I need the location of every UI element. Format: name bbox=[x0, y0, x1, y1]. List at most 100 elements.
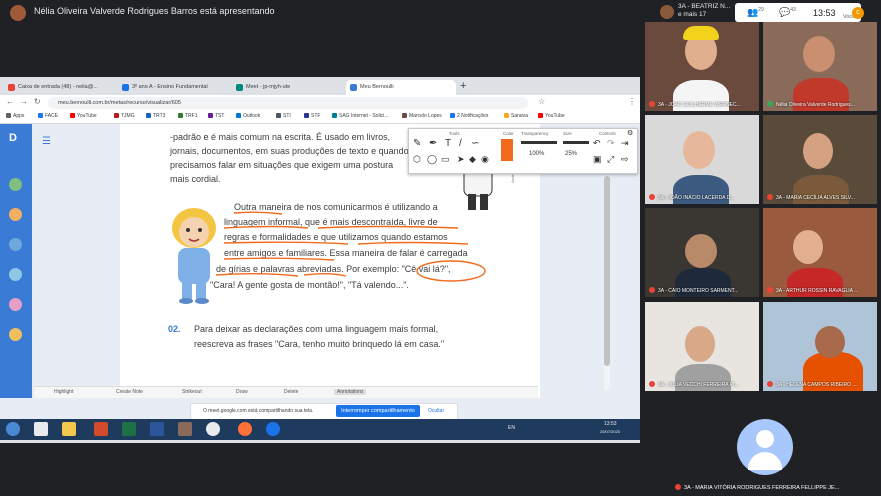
tab-bernoulli[interactable]: Meu Bernoulli bbox=[346, 80, 456, 95]
start-button-icon[interactable] bbox=[6, 422, 20, 436]
text-tool-icon[interactable]: T bbox=[445, 138, 451, 149]
forward-icon[interactable]: → bbox=[20, 97, 28, 106]
chrome-icon[interactable] bbox=[206, 422, 220, 436]
nav-icon[interactable] bbox=[9, 238, 22, 251]
self-avatar[interactable]: c bbox=[852, 7, 864, 19]
reload-icon[interactable]: ↻ bbox=[34, 97, 41, 106]
exit-icon[interactable]: ⇥ bbox=[621, 138, 629, 149]
pen-icon[interactable]: ✎ bbox=[413, 138, 421, 149]
new-tab-button[interactable]: + bbox=[460, 80, 466, 92]
sharing-banner-area: O meet.google.com está compartilhando su… bbox=[0, 398, 640, 420]
classroom-icon bbox=[122, 84, 129, 91]
bernoulli-logo[interactable]: D bbox=[9, 132, 21, 144]
participant-tile[interactable]: Nélia Oliveira Valverde Rodrigues... bbox=[763, 22, 877, 111]
app-icon[interactable] bbox=[178, 422, 192, 436]
participant-tile[interactable]: 3A - ARTHUR ROSSIN RAVAGLIA ... bbox=[763, 208, 877, 297]
ellipse-icon[interactable]: ◯ bbox=[427, 154, 437, 165]
bookmark-item[interactable]: STI bbox=[276, 113, 291, 119]
curve-tool-icon[interactable]: ∽ bbox=[471, 138, 479, 149]
annotations-button[interactable]: Annotations bbox=[334, 389, 367, 395]
eraser-icon[interactable]: ◆ bbox=[469, 154, 476, 165]
participant-name: 3A - ARTHUR ROSSIN RAVAGLIA ... bbox=[767, 287, 875, 294]
select-icon[interactable]: ➤ bbox=[457, 154, 465, 165]
rectangle-icon[interactable]: ▭ bbox=[441, 154, 450, 165]
menu-icon[interactable]: ⋮ bbox=[628, 97, 636, 106]
hide-banner-button[interactable]: Ocultar bbox=[428, 408, 444, 414]
bookmark-item[interactable]: 2 Notificações bbox=[450, 113, 488, 119]
language-indicator[interactable]: EN bbox=[508, 425, 515, 431]
show-desktop-icon[interactable] bbox=[34, 422, 48, 436]
delete-button[interactable]: Delete bbox=[284, 389, 298, 395]
bookmark-item[interactable]: STF bbox=[304, 113, 320, 119]
redo-icon[interactable]: ↷ bbox=[607, 138, 615, 149]
tab-classroom[interactable]: 3º ano A - Ensino Fundamental bbox=[118, 80, 228, 95]
participant-tile[interactable]: 3A - HELENA CAMPOS RIBEIRO ... bbox=[763, 302, 877, 391]
address-bar[interactable]: meu.bernoulli.com.br/metas/recurso/visua… bbox=[48, 97, 528, 109]
powerpoint-icon[interactable] bbox=[94, 422, 108, 436]
draw-button[interactable]: Draw bbox=[236, 389, 248, 395]
meet-controls-box: 👥29 💬43 13:53 Você c bbox=[735, 3, 864, 22]
chat-icon[interactable]: 💬43 bbox=[779, 7, 796, 18]
participant-tile[interactable]: 3A - MARIA CECÍLIA ALVES SILV... bbox=[763, 115, 877, 204]
line-tool-icon[interactable]: / bbox=[459, 138, 462, 149]
polygon-icon[interactable]: ⬡ bbox=[413, 154, 421, 165]
bookmark-item[interactable]: SAG Internet - Solici... bbox=[332, 113, 388, 119]
participant-name: 3A - JOÃO INÁCIO LACERDA D... bbox=[649, 194, 757, 201]
hamburger-menu-icon[interactable]: ☰ bbox=[42, 136, 51, 147]
participant-tile-no-video[interactable]: 3A - MARIA VITÓRIA RODRIGUES FERREIRA FE… bbox=[645, 402, 881, 496]
muted-mic-icon bbox=[649, 381, 655, 387]
bookmark-item[interactable]: TJMG bbox=[114, 113, 135, 119]
star-icon[interactable]: ☆ bbox=[538, 97, 545, 106]
participant-video bbox=[685, 326, 715, 362]
undo-icon[interactable]: ↶ bbox=[593, 138, 601, 149]
nav-icon[interactable] bbox=[9, 268, 22, 281]
firefox-icon[interactable] bbox=[238, 422, 252, 436]
nav-icon[interactable] bbox=[9, 208, 22, 221]
bookmark-item[interactable]: TRF1 bbox=[178, 113, 198, 119]
participant-name: 3A - JOÃO GUILHERME WERNEC... bbox=[649, 101, 757, 108]
strikeout-button[interactable]: Strikeout bbox=[182, 389, 202, 395]
color-swatch[interactable] bbox=[501, 139, 513, 161]
nav-icon[interactable] bbox=[9, 328, 22, 341]
word-icon[interactable] bbox=[150, 422, 164, 436]
tab-meet[interactable]: Meet - jp-mjyh-ute bbox=[232, 80, 342, 95]
nav-icon[interactable] bbox=[9, 298, 22, 311]
brush-icon[interactable]: ✒ bbox=[429, 138, 437, 149]
settings-icon[interactable]: ⚙ bbox=[627, 129, 633, 137]
participant-tile[interactable]: 3A - JOÃO INÁCIO LACERDA D... bbox=[645, 115, 759, 204]
bookmark-item[interactable]: Outlook bbox=[236, 113, 260, 119]
participant-tile[interactable]: 3A - CAIO MONTEIRO SARMENT... bbox=[645, 208, 759, 297]
nav-icon[interactable] bbox=[9, 178, 22, 191]
bookmark-item[interactable]: Marcelo Lopes bbox=[402, 113, 442, 119]
expand-icon[interactable]: ⤢ bbox=[607, 154, 614, 165]
transparency-slider[interactable] bbox=[521, 141, 557, 144]
bookmark-item[interactable]: YouTube bbox=[538, 113, 565, 119]
top-participant-label[interactable]: 3A - BEATRIZ N... e mais 17 bbox=[678, 3, 730, 19]
page-scrollbar[interactable] bbox=[604, 176, 610, 390]
bookmark-item[interactable]: Apps bbox=[6, 113, 24, 119]
explorer-icon[interactable] bbox=[62, 422, 76, 436]
tab-gmail[interactable]: Caixa de entrada (48) - nelia@... bbox=[4, 80, 114, 95]
participant-name: 3A - JÚLIA VECCHI FERREIRA PI... bbox=[649, 381, 757, 388]
bookmark-item[interactable]: YouTube bbox=[70, 113, 97, 119]
fill-icon[interactable]: ◉ bbox=[481, 154, 489, 165]
excel-icon[interactable] bbox=[122, 422, 136, 436]
bookmark-item[interactable]: Saraiva bbox=[504, 113, 528, 119]
bookmark-item[interactable]: TRT3 bbox=[146, 113, 165, 119]
camera-icon[interactable]: ▣ bbox=[593, 154, 602, 165]
create-note-button[interactable]: Create Note bbox=[116, 389, 143, 395]
edge-icon[interactable] bbox=[266, 422, 280, 436]
people-icon[interactable]: 👥29 bbox=[747, 7, 764, 18]
scrollbar-thumb[interactable] bbox=[604, 176, 610, 366]
participant-tile[interactable]: 3A - JÚLIA VECCHI FERREIRA PI... bbox=[645, 302, 759, 391]
next-icon[interactable]: ⇨ bbox=[621, 154, 629, 165]
participant-tile[interactable]: 3A - JOÃO GUILHERME WERNEC... bbox=[645, 22, 759, 111]
size-slider[interactable] bbox=[563, 141, 589, 144]
size-label: Size bbox=[563, 131, 572, 136]
back-icon[interactable]: ← bbox=[6, 97, 14, 106]
bookmark-item[interactable]: FACE bbox=[38, 113, 58, 119]
bookmark-item[interactable]: TST bbox=[208, 113, 224, 119]
stop-sharing-button[interactable]: Interromper compartilhamento bbox=[336, 405, 420, 417]
highlight-button[interactable]: Highlight bbox=[54, 389, 73, 395]
muted-mic-icon bbox=[649, 194, 655, 200]
